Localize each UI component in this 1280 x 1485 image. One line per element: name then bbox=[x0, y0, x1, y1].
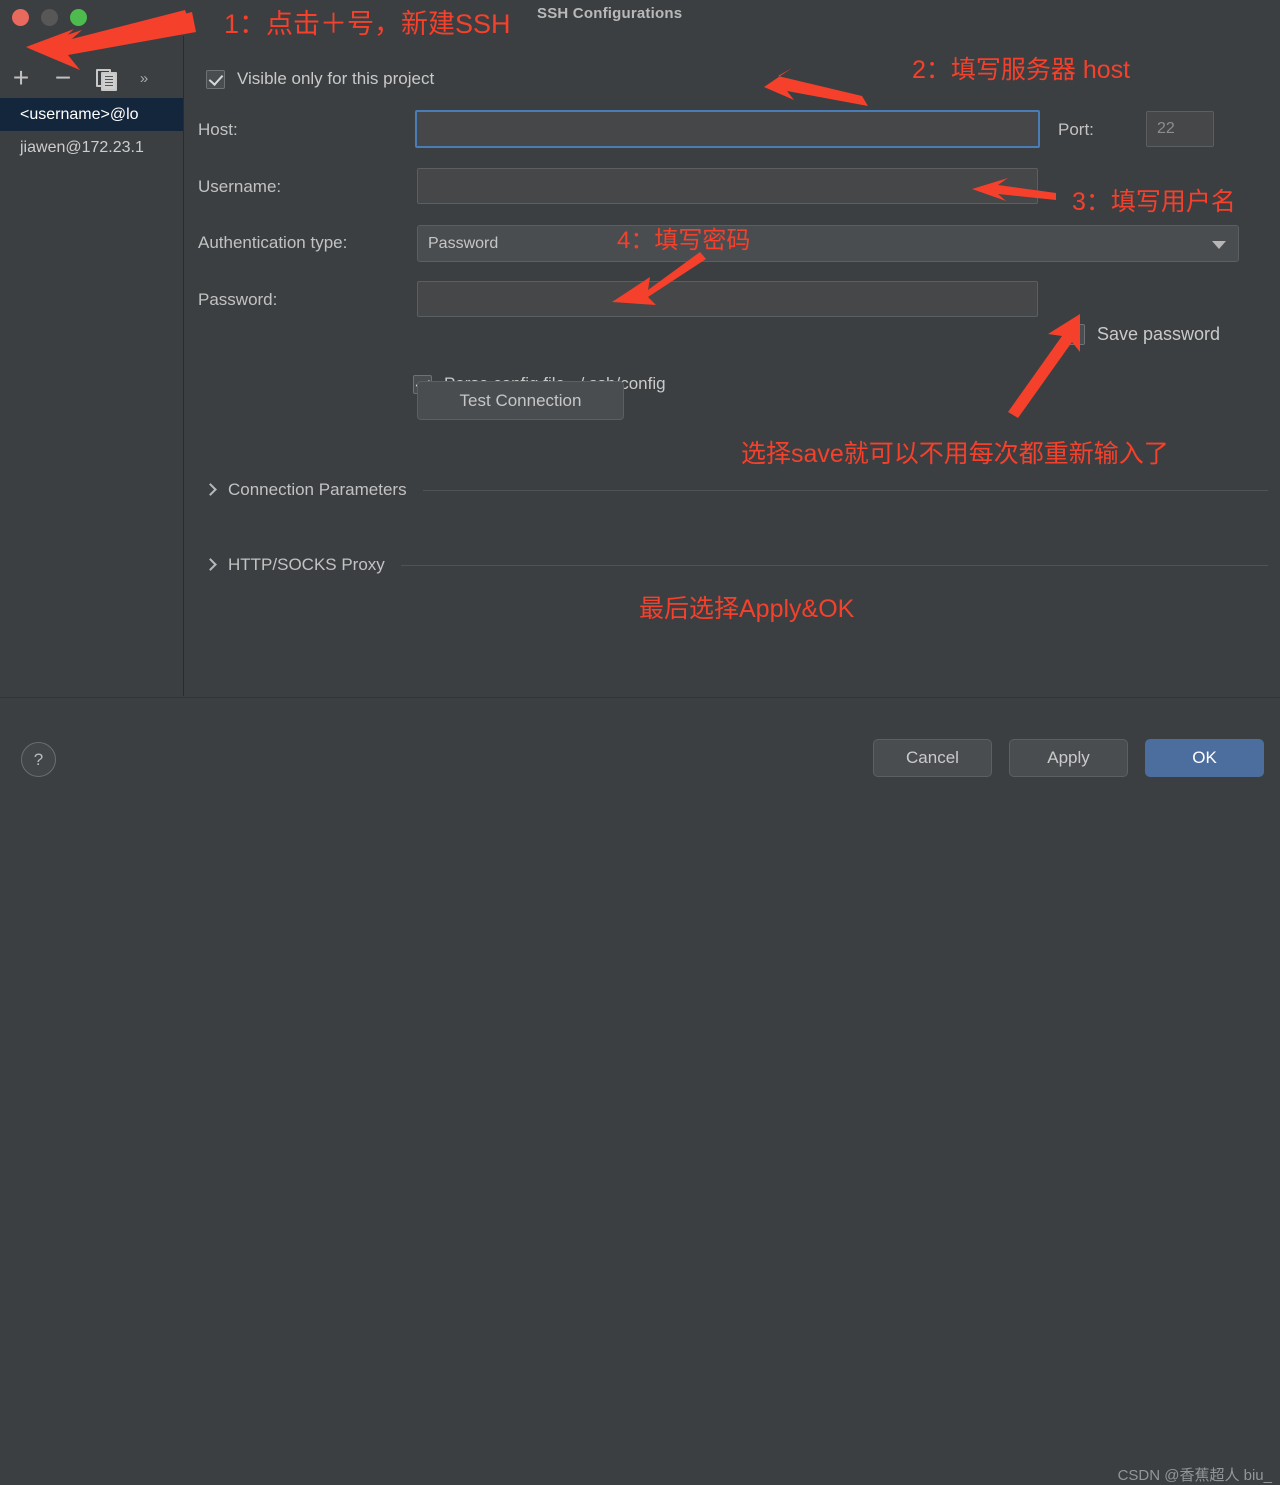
window-title: SSH Configurations bbox=[537, 5, 683, 22]
authentication-type-select[interactable]: Password bbox=[417, 225, 1239, 262]
annotation-step4: 4：填写密码 bbox=[617, 227, 751, 254]
chevron-double-right-icon: » bbox=[139, 69, 149, 87]
save-password-row[interactable]: Save password bbox=[1064, 324, 1220, 345]
port-label: Port: bbox=[1058, 120, 1094, 139]
host-label: Host: bbox=[198, 120, 238, 139]
ok-button[interactable]: OK bbox=[1145, 739, 1264, 777]
list-item-label: jiawen@172.23.1 bbox=[20, 139, 144, 156]
zoom-window-button[interactable] bbox=[70, 9, 87, 26]
copy-configuration-button[interactable] bbox=[84, 62, 126, 94]
visible-only-label: Visible only for this project bbox=[237, 69, 435, 88]
add-configuration-button[interactable]: + bbox=[0, 62, 42, 94]
annotation-step1: 1：点击＋号，新建SSH bbox=[224, 9, 511, 39]
configurations-sidebar: + − » <username>@lo jiawen@172.23.1 bbox=[0, 36, 184, 696]
cancel-button-label: Cancel bbox=[906, 748, 959, 767]
traffic-lights bbox=[12, 9, 87, 26]
username-input[interactable] bbox=[417, 168, 1038, 204]
annotation-step3: 3：填写用户名 bbox=[1072, 188, 1236, 216]
close-window-button[interactable] bbox=[12, 9, 29, 26]
copy-icon bbox=[96, 69, 117, 91]
minus-icon: − bbox=[54, 62, 72, 93]
section-divider bbox=[400, 564, 1268, 566]
visible-only-row[interactable]: Visible only for this project bbox=[206, 69, 434, 89]
chevron-down-icon bbox=[1212, 240, 1226, 249]
ssh-configurations-dialog: SSH Configurations + − » <username>@lo j… bbox=[0, 0, 1280, 1484]
connection-parameters-label: Connection Parameters bbox=[228, 480, 407, 499]
ok-button-label: OK bbox=[1192, 748, 1217, 767]
http-socks-proxy-section[interactable]: HTTP/SOCKS Proxy bbox=[204, 555, 1268, 575]
help-button[interactable]: ? bbox=[21, 742, 56, 777]
password-input[interactable] bbox=[417, 281, 1038, 317]
list-item[interactable]: jiawen@172.23.1 bbox=[0, 131, 183, 164]
title-bar: SSH Configurations bbox=[0, 0, 1280, 36]
save-password-checkbox[interactable] bbox=[1064, 324, 1085, 345]
configuration-list: <username>@lo jiawen@172.23.1 bbox=[0, 98, 183, 164]
plus-icon: + bbox=[12, 62, 30, 93]
connection-parameters-section[interactable]: Connection Parameters bbox=[204, 480, 1268, 500]
chevron-right-icon bbox=[204, 558, 218, 572]
apply-button-label: Apply bbox=[1047, 748, 1090, 767]
authentication-type-label: Authentication type: bbox=[198, 233, 348, 252]
question-mark-icon: ? bbox=[33, 749, 44, 769]
annotation-step2: 2：填写服务器 host bbox=[912, 56, 1131, 84]
remove-configuration-button[interactable]: − bbox=[42, 62, 84, 94]
port-input[interactable]: 22 bbox=[1146, 111, 1214, 147]
section-divider bbox=[422, 489, 1268, 491]
save-password-label: Save password bbox=[1097, 324, 1221, 344]
test-connection-label: Test Connection bbox=[459, 390, 582, 410]
more-options-button[interactable]: » bbox=[126, 62, 162, 94]
username-label: Username: bbox=[198, 177, 282, 196]
password-label: Password: bbox=[198, 290, 278, 309]
http-socks-proxy-label: HTTP/SOCKS Proxy bbox=[228, 555, 385, 574]
list-item-label: <username>@lo bbox=[20, 106, 139, 123]
sidebar-toolbar: + − » bbox=[0, 60, 183, 96]
host-input[interactable] bbox=[415, 110, 1040, 148]
annotation-final-note: 最后选择Apply&OK bbox=[639, 595, 855, 623]
port-input-value: 22 bbox=[1157, 120, 1175, 137]
list-item[interactable]: <username>@lo bbox=[0, 98, 183, 131]
watermark: CSDN @香蕉超人 biu_ bbox=[1117, 1467, 1272, 1484]
visible-only-checkbox[interactable] bbox=[206, 69, 225, 89]
apply-button[interactable]: Apply bbox=[1009, 739, 1128, 777]
minimize-window-button[interactable] bbox=[41, 9, 58, 26]
test-connection-button[interactable]: Test Connection bbox=[417, 381, 624, 420]
chevron-right-icon bbox=[204, 483, 218, 497]
authentication-type-value: Password bbox=[428, 234, 499, 252]
annotation-save-note: 选择save就可以不用每次都重新输入了 bbox=[741, 440, 1169, 468]
cancel-button[interactable]: Cancel bbox=[873, 739, 992, 777]
dialog-footer: ? Cancel Apply OK CSDN @香蕉超人 biu_ bbox=[0, 697, 1280, 1484]
